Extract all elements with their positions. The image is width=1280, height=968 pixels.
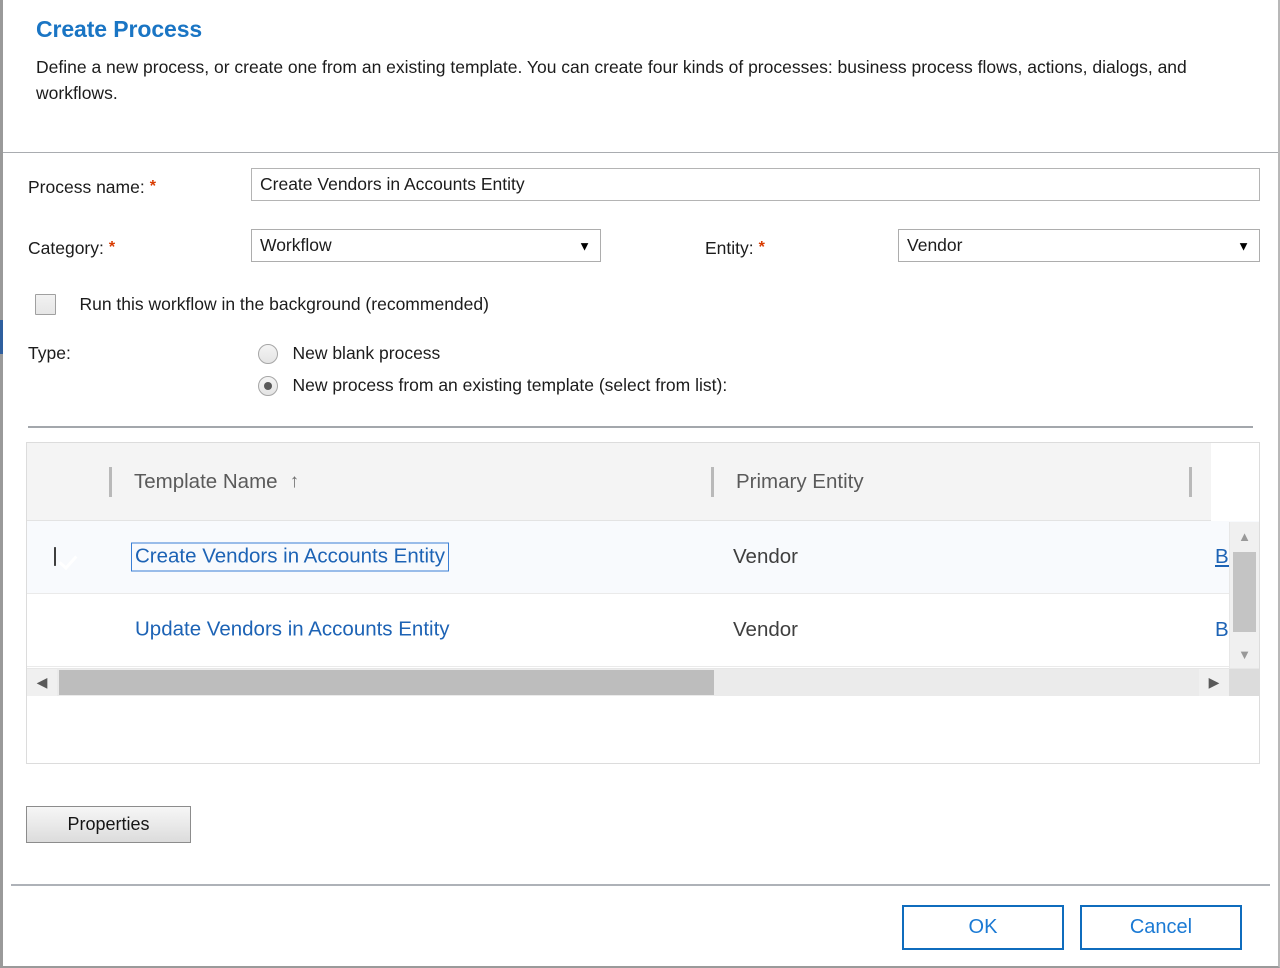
column-header-template-name[interactable]: Template Name ↑: [109, 443, 299, 521]
type-radio-blank-row[interactable]: New blank process: [258, 343, 440, 364]
entity-label: Entity:: [705, 238, 754, 258]
grid-header-row: Template Name ↑ Primary Entity: [27, 443, 1259, 521]
process-name-input[interactable]: Create Vendors in Accounts Entity: [251, 168, 1260, 201]
column-separator-icon: [1189, 467, 1192, 497]
page-title: Create Process: [36, 16, 203, 42]
radio-new-blank-process[interactable]: [258, 343, 278, 364]
category-selected-value: Workflow: [260, 235, 332, 255]
scroll-right-button[interactable]: ▶: [1199, 669, 1229, 696]
create-process-dialog: Create Process Define a new process, or …: [0, 0, 1280, 968]
row-primary-entity: Vendor: [733, 618, 798, 641]
scroll-up-button[interactable]: ▲: [1230, 522, 1259, 550]
row-template-name-link[interactable]: Update Vendors in Accounts Entity: [131, 616, 454, 645]
radio-new-process-from-template-label: New process from an existing template (s…: [292, 375, 728, 395]
row-checkbox-wrap[interactable]: [54, 547, 56, 566]
row-template-name-text: Update Vendors in Accounts Entity: [135, 617, 450, 641]
ok-button[interactable]: OK: [902, 905, 1064, 950]
type-label: Type:: [28, 343, 71, 363]
sort-ascending-icon: ↑: [289, 471, 300, 492]
column-header-template-name-label: Template Name: [134, 470, 278, 493]
header-divider: [3, 152, 1278, 153]
footer-divider: [11, 884, 1270, 886]
cancel-button[interactable]: Cancel: [1080, 905, 1242, 950]
dialog-description: Define a new process, or create one from…: [36, 57, 1187, 104]
grid-vertical-scrollbar[interactable]: ▲ ▼: [1229, 522, 1259, 668]
radio-new-blank-process-label: New blank process: [292, 343, 441, 363]
chevron-down-icon: ▼: [1237, 238, 1250, 253]
grid-horizontal-scrollbar[interactable]: ◀ ▶: [27, 668, 1259, 696]
category-required-asterisk: *: [108, 239, 116, 256]
scrollbar-corner: [1229, 669, 1259, 696]
category-label: Category:: [28, 238, 104, 258]
process-name-required-asterisk: *: [149, 178, 156, 195]
column-header-primary-entity-label: Primary Entity: [736, 470, 864, 493]
template-grid: Template Name ↑ Primary Entity Create Ve…: [26, 442, 1260, 764]
entity-selected-value: Vendor: [907, 235, 963, 255]
vertical-scroll-thumb[interactable]: [1233, 552, 1256, 632]
properties-button[interactable]: Properties: [26, 806, 191, 843]
row-primary-entity: Vendor: [733, 545, 798, 568]
column-separator-icon: [109, 467, 112, 497]
dialog-header: Create Process Define a new process, or …: [3, 0, 1278, 107]
background-checkbox-row[interactable]: Run this workflow in the background (rec…: [35, 294, 489, 315]
table-row[interactable]: Update Vendors in Accounts Entity Vendor…: [27, 594, 1259, 667]
process-name-row: Process name: *: [28, 177, 156, 198]
row-template-name-link[interactable]: Create Vendors in Accounts Entity: [131, 542, 449, 572]
radio-new-process-from-template[interactable]: [258, 375, 278, 396]
grid-empty-area: [27, 696, 1259, 763]
column-header-primary-entity[interactable]: Primary Entity: [711, 443, 864, 521]
type-grid-divider: [28, 426, 1253, 428]
scroll-down-button[interactable]: ▼: [1230, 640, 1259, 668]
row-checkbox-checked[interactable]: [54, 547, 56, 566]
process-name-label: Process name:: [28, 177, 145, 197]
column-separator-icon: [711, 467, 714, 497]
entity-row: Entity: *: [705, 238, 765, 259]
entity-required-asterisk: *: [758, 239, 765, 256]
run-in-background-label: Run this workflow in the background (rec…: [79, 294, 489, 314]
type-radio-template-row[interactable]: New process from an existing template (s…: [258, 375, 727, 396]
left-edge-focus-marker: [0, 320, 3, 354]
run-in-background-checkbox[interactable]: [35, 294, 56, 315]
category-row: Category: *: [28, 238, 115, 259]
table-row[interactable]: Create Vendors in Accounts Entity Vendor…: [27, 521, 1259, 594]
entity-select[interactable]: Vendor ▼: [898, 229, 1260, 262]
category-select[interactable]: Workflow ▼: [251, 229, 601, 262]
type-label-wrap: Type:: [28, 343, 71, 364]
horizontal-scroll-thumb[interactable]: [59, 670, 714, 695]
row-template-name-text: Create Vendors in Accounts Entity: [131, 542, 449, 572]
grid-header-corner: [1211, 443, 1259, 521]
scroll-left-button[interactable]: ◀: [27, 669, 57, 696]
chevron-down-icon: ▼: [578, 238, 591, 253]
